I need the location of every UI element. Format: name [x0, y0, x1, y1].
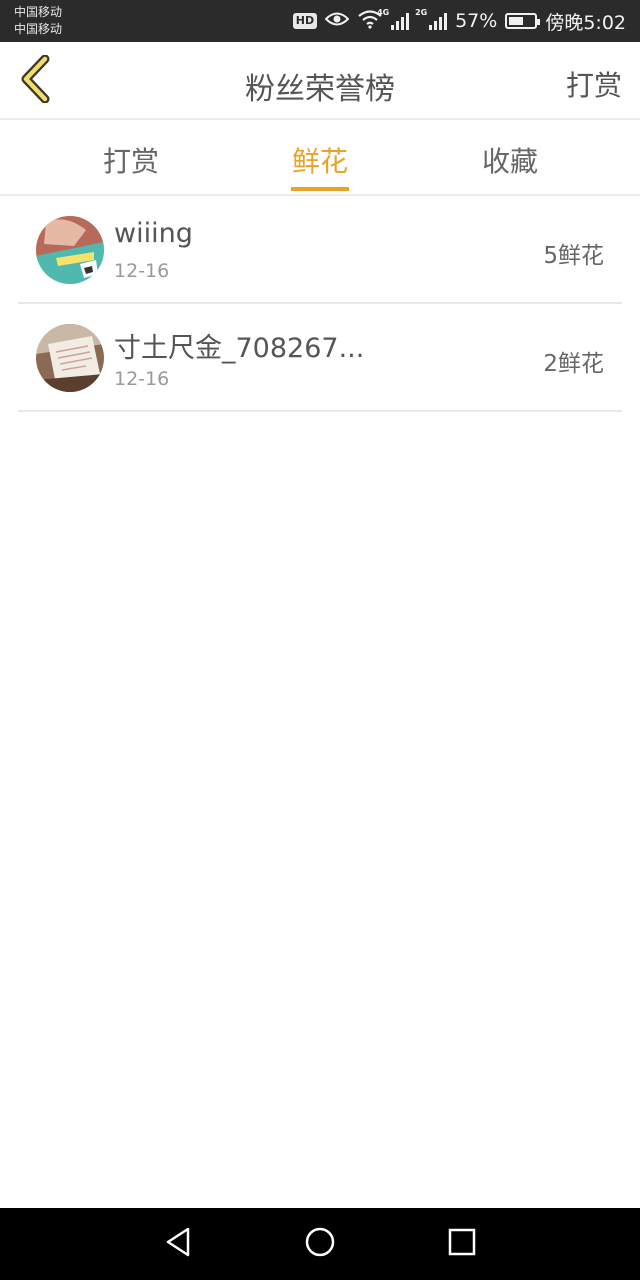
- nav-recents-button[interactable]: [444, 1226, 480, 1262]
- carrier-2: 中国移动: [14, 22, 63, 36]
- carrier-info: 中国移动 中国移动: [14, 4, 62, 38]
- hd-icon: HD: [292, 13, 318, 29]
- status-bar: 中国移动 中国移动 HD 4G 2G 57% 傍晚5:02: [0, 0, 640, 42]
- square-recents-icon: [447, 1227, 477, 1261]
- eye-icon: [324, 11, 350, 31]
- battery-percent: 57%: [455, 10, 498, 32]
- system-nav-bar: [0, 1208, 640, 1280]
- signal-icon-4g: 4G: [377, 8, 410, 30]
- status-icons: HD 4G 2G 57% 傍晚5:02: [292, 0, 626, 42]
- battery-icon: [505, 13, 541, 29]
- nav-back-button[interactable]: [160, 1226, 196, 1262]
- tab-reward[interactable]: 打赏: [103, 140, 159, 180]
- signal-icon-2g: 2G: [415, 8, 448, 30]
- list-item[interactable]: 寸土尺金_708267... 12-16 2鲜花: [18, 304, 622, 412]
- active-tab-indicator: [291, 187, 349, 191]
- net-type-1: 4G: [377, 8, 390, 17]
- page-title: 粉丝荣誉榜: [245, 72, 395, 107]
- tab-favorites[interactable]: 收藏: [482, 140, 538, 180]
- fan-name: wiiing: [114, 218, 193, 249]
- triangle-back-icon: [163, 1226, 193, 1262]
- clock: 傍晚5:02: [545, 11, 626, 34]
- fan-list: wiiing 12-16 5鲜花 寸土尺金_708267... 12-16 2鲜…: [0, 196, 640, 412]
- tab-bar: 打赏 鲜花 收藏: [0, 120, 640, 196]
- avatar: [36, 324, 104, 392]
- flower-count: 5鲜花: [543, 243, 604, 269]
- circle-home-icon: [304, 1226, 336, 1262]
- header: 粉丝荣誉榜 打赏: [0, 42, 640, 120]
- nav-home-button[interactable]: [302, 1226, 338, 1262]
- reward-button[interactable]: 打赏: [566, 64, 622, 104]
- fan-date: 12-16: [114, 260, 170, 282]
- net-type-2: 2G: [415, 8, 428, 17]
- flower-count: 2鲜花: [543, 351, 604, 377]
- carrier-1: 中国移动: [14, 5, 63, 19]
- fan-name: 寸土尺金_708267...: [114, 333, 365, 364]
- list-item[interactable]: wiiing 12-16 5鲜花: [18, 196, 622, 304]
- tab-flowers[interactable]: 鲜花: [292, 140, 348, 180]
- fan-date: 12-16: [114, 368, 170, 390]
- avatar: [36, 216, 104, 284]
